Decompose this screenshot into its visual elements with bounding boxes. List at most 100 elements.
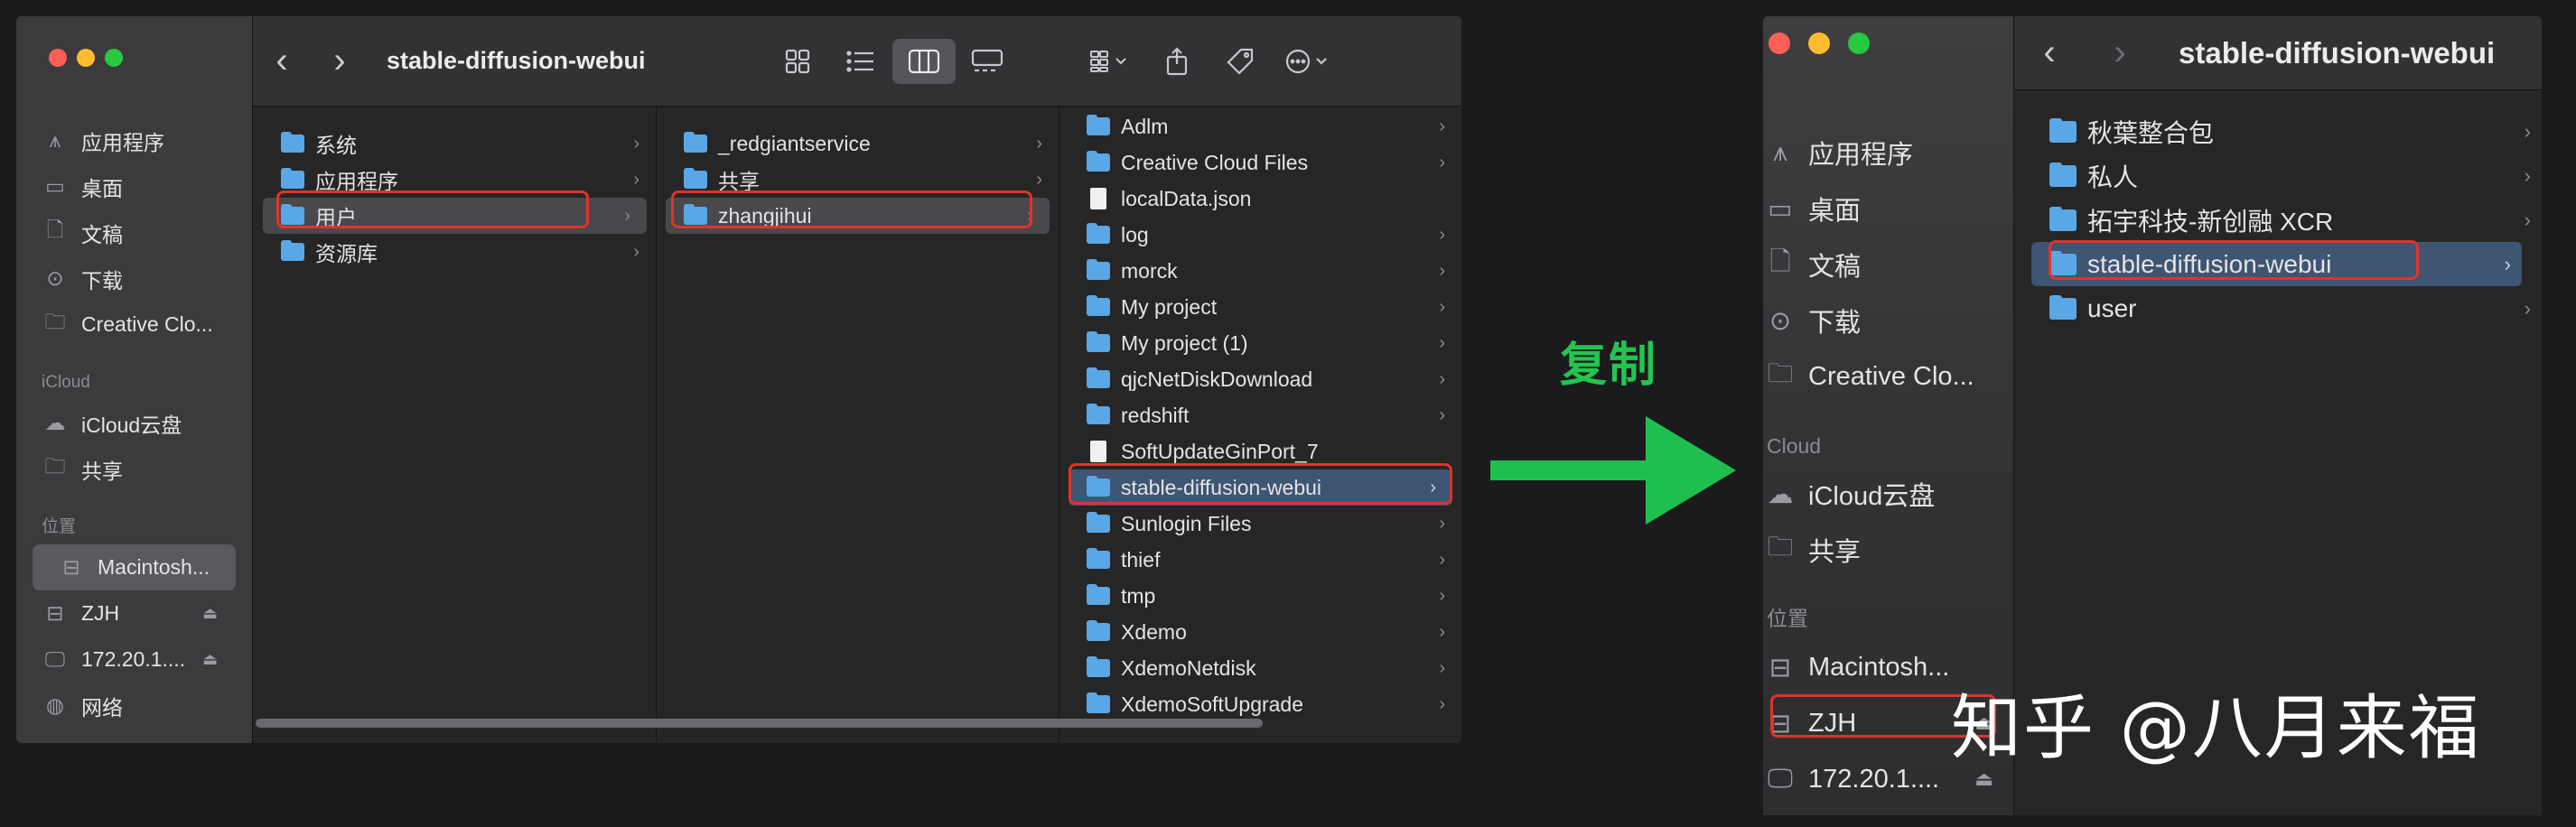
list-item[interactable]: Sunlogin Files › <box>1059 506 1461 542</box>
sidebar-item-downloads[interactable]: ⊙ 下载 <box>16 256 252 302</box>
sidebar-item-desktop[interactable]: ▭ 桌面 <box>16 163 252 209</box>
eject-icon[interactable]: ⏏ <box>202 604 218 623</box>
folder-icon <box>2049 117 2077 143</box>
chevron-right-icon: › <box>2524 208 2531 231</box>
list-item[interactable]: My project › <box>1059 289 1461 325</box>
horizontal-scrollbar[interactable] <box>256 719 1263 728</box>
back-button[interactable]: ‹ <box>2014 33 2085 73</box>
list-item[interactable]: user › <box>2015 286 2542 330</box>
sidebar-item-label: 应用程序 <box>81 130 164 154</box>
sidebar-item-icloud-drive[interactable]: ☁ iCloud云盘 <box>16 400 252 446</box>
chevron-right-icon: › <box>633 169 639 190</box>
item-label: zhangjihui <box>718 203 812 228</box>
list-item[interactable]: My project (1) › <box>1059 325 1461 361</box>
item-label: 资源库 <box>315 242 378 265</box>
column-2: _redgiantservice › 共享 › zhangjihui › <box>657 107 1059 743</box>
chevron-right-icon: › <box>633 133 639 153</box>
list-item-zhangjihui[interactable]: zhangjihui › <box>666 198 1050 234</box>
zoom-window-button[interactable] <box>1848 33 1870 54</box>
list-item-stable-diffusion-webui[interactable]: stable-diffusion-webui › <box>2031 242 2522 286</box>
minimize-window-button[interactable] <box>77 49 95 67</box>
group-button[interactable] <box>1073 39 1145 84</box>
item-label: morck <box>1121 258 1178 283</box>
list-item[interactable]: redshift › <box>1059 397 1461 433</box>
list-item[interactable]: 秋葉整合包 › <box>2015 109 2542 153</box>
forward-button[interactable]: › <box>2085 33 2155 73</box>
list-item[interactable]: log › <box>1059 217 1461 253</box>
eject-icon[interactable]: ⏏ <box>202 650 218 669</box>
sidebar-item-shared[interactable]: 🗀 共享 <box>1763 522 2013 578</box>
list-item[interactable]: tmp › <box>1059 578 1461 614</box>
tag-icon <box>1227 48 1254 75</box>
folder-icon <box>2049 250 2077 275</box>
forward-button[interactable]: › <box>311 41 369 81</box>
list-item[interactable]: Xdemo › <box>1059 614 1461 650</box>
list-item[interactable]: XdemoNetdisk › <box>1059 650 1461 686</box>
sidebar-item-applications[interactable]: ⩚ 应用程序 <box>16 117 252 163</box>
folder-icon <box>1087 295 1110 316</box>
folder-icon <box>281 132 304 153</box>
item-label: 秋葉整合包 <box>2087 118 2215 147</box>
list-item[interactable]: XdemoSoftUpgrade › <box>1059 686 1461 722</box>
zoom-window-button[interactable] <box>105 49 123 67</box>
list-item[interactable]: Creative Cloud Files › <box>1059 144 1461 181</box>
sidebar-item-label: ZJH <box>1808 708 1857 738</box>
list-item[interactable]: morck › <box>1059 253 1461 289</box>
close-window-button[interactable] <box>1769 33 1790 54</box>
sidebar-item-network[interactable]: ◍ 网络 <box>16 683 252 729</box>
item-label: SoftUpdateGinPort_7 <box>1121 439 1319 463</box>
sidebar-item-creative-cloud[interactable]: 🗀 Creative Clo... <box>1763 348 2013 404</box>
sidebar-item-desktop[interactable]: ▭ 桌面 <box>1763 181 2013 237</box>
sidebar-item-documents[interactable]: 🗋 文稿 <box>1763 237 2013 293</box>
list-item[interactable]: _redgiantservice › <box>657 125 1059 162</box>
list-item[interactable]: 私人 › <box>2015 153 2542 198</box>
list-item[interactable]: SoftUpdateGinPort_7 <box>1059 433 1461 469</box>
item-label: Creative Cloud Files <box>1121 150 1309 174</box>
chevron-right-icon: › <box>2524 163 2531 187</box>
sidebar-item-icloud-drive[interactable]: ☁ iCloud云盘 <box>1763 466 2013 522</box>
chevron-right-icon: › <box>1439 116 1445 136</box>
shared-folder-icon: 🗀 <box>1767 532 1794 562</box>
sidebar-item-documents[interactable]: 🗋 文稿 <box>16 209 252 256</box>
sidebar-item-shared[interactable]: 🗀 共享 <box>16 446 252 492</box>
list-item[interactable]: 共享 › <box>657 162 1059 198</box>
minimize-window-button[interactable] <box>1808 33 1830 54</box>
more-actions-button[interactable] <box>1272 39 1344 84</box>
chevron-right-icon: › <box>1036 133 1042 153</box>
list-item[interactable]: 应用程序 › <box>254 162 656 198</box>
list-view-button[interactable] <box>829 39 892 84</box>
gallery-view-button[interactable] <box>956 39 1019 84</box>
sidebar-item-label: Creative Clo... <box>1808 361 1974 391</box>
tag-button[interactable] <box>1209 39 1272 84</box>
sidebar-item-downloads[interactable]: ⊙ 下载 <box>1763 293 2013 348</box>
list-item-users[interactable]: 用户 › <box>263 198 647 234</box>
chevron-right-icon: › <box>1439 152 1445 172</box>
list-item[interactable]: qjcNetDiskDownload › <box>1059 361 1461 397</box>
sidebar-item-applications[interactable]: ⩚ 应用程序 <box>1763 125 2013 181</box>
close-window-button[interactable] <box>49 49 67 67</box>
list-item[interactable]: 资源库 › <box>254 234 656 270</box>
list-item[interactable]: 系统 › <box>254 125 656 162</box>
sidebar-section-locations: 位置 <box>42 517 77 536</box>
sidebar-item-label: iCloud云盘 <box>81 413 182 437</box>
apps-icon: ⩚ <box>1772 137 1788 167</box>
column-view-button[interactable] <box>892 38 956 84</box>
sidebar-item-network-share[interactable]: 🖵 172.20.1.... ⏏ <box>16 637 252 683</box>
back-button[interactable]: ‹ <box>253 41 311 81</box>
list-item-stable-diffusion-webui[interactable]: stable-diffusion-webui › <box>1069 469 1452 506</box>
share-button[interactable] <box>1145 39 1209 84</box>
icon-view-button[interactable] <box>766 39 829 84</box>
list-item[interactable]: 拓宇科技-新创融 XCR › <box>2015 198 2542 242</box>
sidebar-item-macintosh-hd[interactable]: ⊟ Macintosh... <box>33 544 236 590</box>
file-icon <box>1090 441 1106 462</box>
list-item[interactable]: thief › <box>1059 542 1461 578</box>
sidebar-item-zjh[interactable]: ⊟ ZJH ⏏ <box>16 590 252 637</box>
sidebar-item-label: 桌面 <box>1808 197 1862 226</box>
gallery-icon <box>971 49 1003 71</box>
sidebar-item-creative-cloud[interactable]: 🗀 Creative Clo... <box>16 302 252 348</box>
list-item[interactable]: Adlm › <box>1059 108 1461 144</box>
list-item[interactable]: localData.json <box>1059 181 1461 217</box>
chevron-right-icon: › <box>1439 657 1445 678</box>
item-label: 拓宇科技-新创融 XCR <box>2087 207 2334 236</box>
item-label: My project (1) <box>1121 330 1248 355</box>
